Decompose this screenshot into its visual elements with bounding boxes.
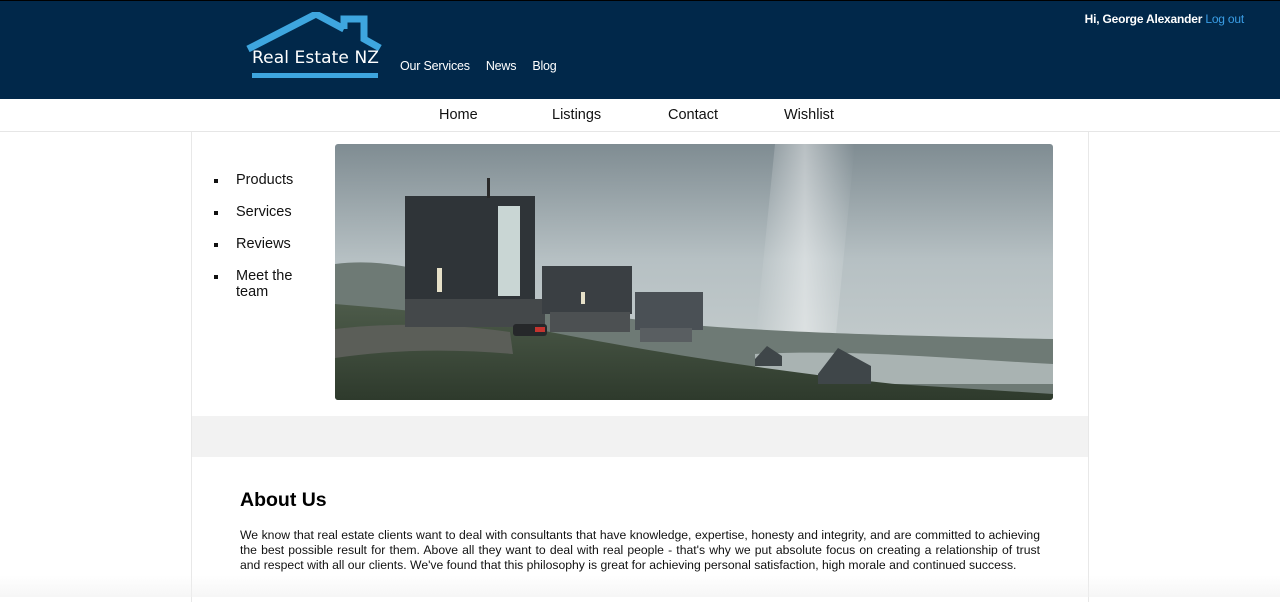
side-menu-meet-the-team[interactable]: Meet the team (212, 268, 302, 300)
main-nav-contact[interactable]: Contact (668, 107, 718, 123)
about-title: About Us (240, 489, 327, 511)
site-header: Real Estate NZ Our Services News Blog Hi… (0, 0, 1280, 99)
side-menu: Products Services Reviews Meet the team (212, 172, 302, 316)
side-menu-products[interactable]: Products (212, 172, 302, 188)
top-nav-blog[interactable]: Blog (532, 59, 556, 73)
top-nav: Our Services News Blog (400, 59, 557, 73)
hero-image (335, 144, 1053, 400)
content-wrapper: Products Services Reviews Meet the team (191, 132, 1089, 602)
about-text: We know that real estate clients want to… (240, 528, 1040, 572)
side-menu-services[interactable]: Services (212, 204, 302, 220)
section-divider (192, 416, 1088, 457)
greeting-text: Hi, George Alexander (1084, 12, 1203, 26)
logout-link[interactable]: Log out (1205, 12, 1244, 26)
main-nav: Home Listings Contact Wishlist (0, 99, 1280, 132)
main-nav-listings[interactable]: Listings (552, 107, 601, 123)
side-menu-reviews[interactable]: Reviews (212, 236, 302, 252)
top-nav-news[interactable]: News (486, 59, 517, 73)
main-nav-home[interactable]: Home (439, 107, 478, 123)
site-logo[interactable]: Real Estate NZ (246, 10, 382, 80)
user-greeting: Hi, George Alexander Log out (1084, 12, 1245, 26)
landscape-houses-photo (335, 144, 1053, 400)
main-nav-wishlist[interactable]: Wishlist (784, 107, 834, 123)
logo-text: Real Estate NZ (252, 48, 380, 68)
house-roof-icon (246, 10, 382, 78)
top-nav-our-services[interactable]: Our Services (400, 59, 470, 73)
